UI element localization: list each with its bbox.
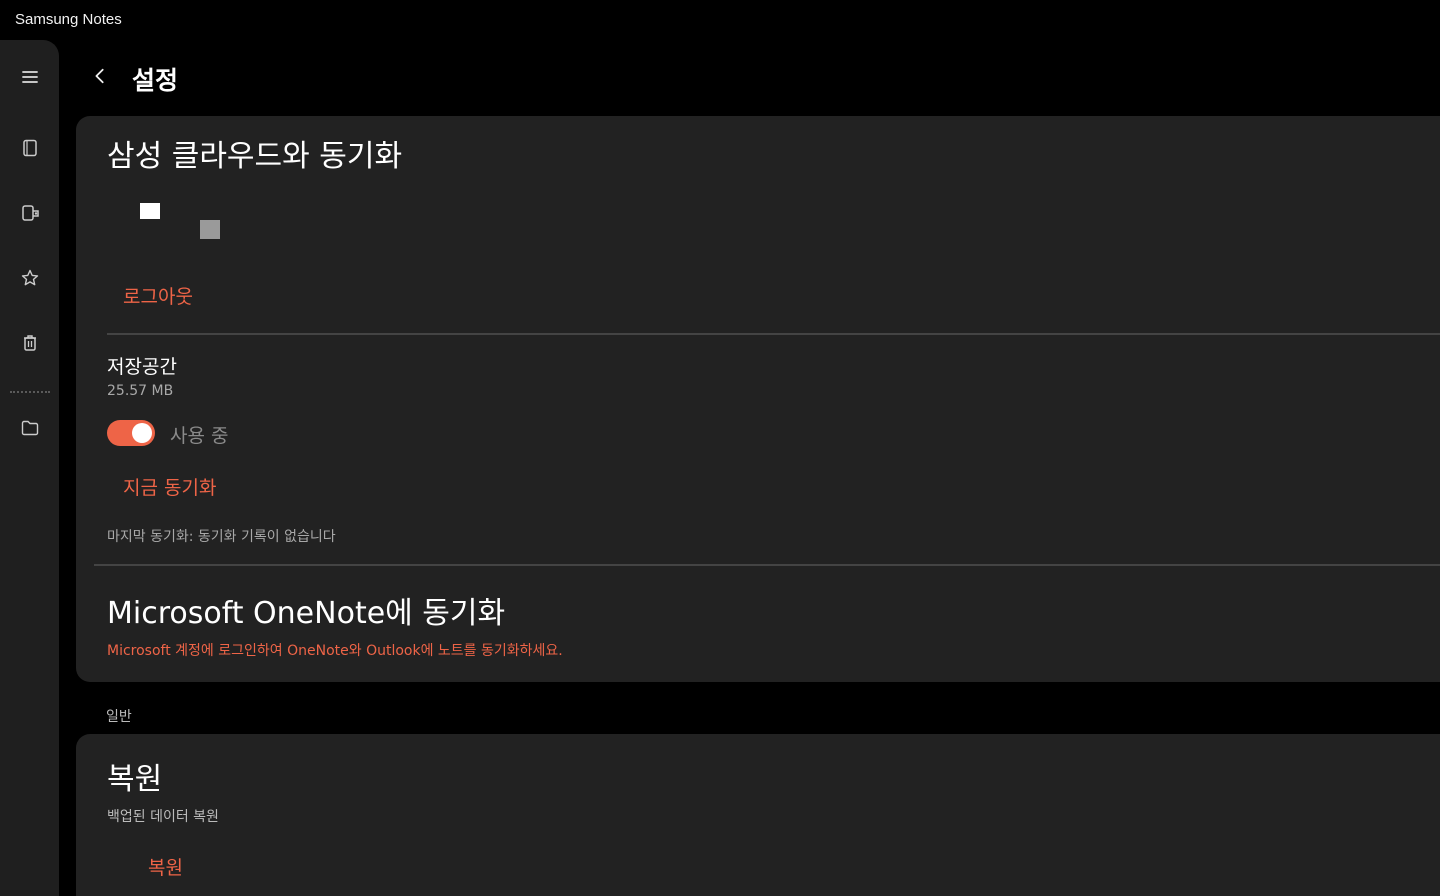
title-bar: Samsung Notes [0,0,1440,40]
folder-icon[interactable] [19,417,41,439]
trash-icon[interactable] [19,332,41,354]
favorites-icon[interactable] [19,267,41,289]
logout-button[interactable]: 로그아웃 [123,282,193,309]
restore-title: 복원 [107,762,163,797]
onenote-description[interactable]: Microsoft 계정에 로그인하여 OneNote와 Outlook에 노트… [107,640,563,660]
storage-value: 25.57 MB [107,383,174,399]
restore-description: 백업된 데이터 복원 [107,809,219,825]
sidebar-divider [10,391,50,393]
notes-icon[interactable] [19,137,41,159]
menu-icon[interactable] [19,66,41,88]
toggle-knob [132,423,152,443]
divider [107,333,1440,335]
app-title: Samsung Notes [15,11,122,28]
storage-label: 저장공간 [107,356,177,378]
divider [94,564,1440,566]
sidebar [0,40,59,896]
chevron-left-icon [95,68,104,84]
section-label-general: 일반 [106,709,132,725]
page-title: 설정 [132,66,179,95]
shared-notes-icon[interactable] [19,202,41,224]
sync-toggle[interactable] [107,420,155,446]
restore-button[interactable]: 복원 [148,853,183,880]
sync-now-button[interactable]: 지금 동기화 [123,473,216,500]
account-info-placeholder [200,220,220,239]
account-avatar-placeholder [140,203,160,219]
toggle-label: 사용 중 [170,425,229,447]
samsung-cloud-title: 삼성 클라우드와 동기화 [107,139,403,174]
restore-card: 복원 백업된 데이터 복원 복원 [76,734,1440,896]
sync-card: 삼성 클라우드와 동기화 로그아웃 저장공간 25.57 MB 사용 중 지금 … [76,116,1440,682]
settings-header: 설정 [60,40,1440,115]
onenote-title[interactable]: Microsoft OneNote에 동기화 [107,588,505,632]
last-sync-text: 마지막 동기화: 동기화 기록이 없습니다 [107,529,336,545]
back-button[interactable] [88,64,112,88]
